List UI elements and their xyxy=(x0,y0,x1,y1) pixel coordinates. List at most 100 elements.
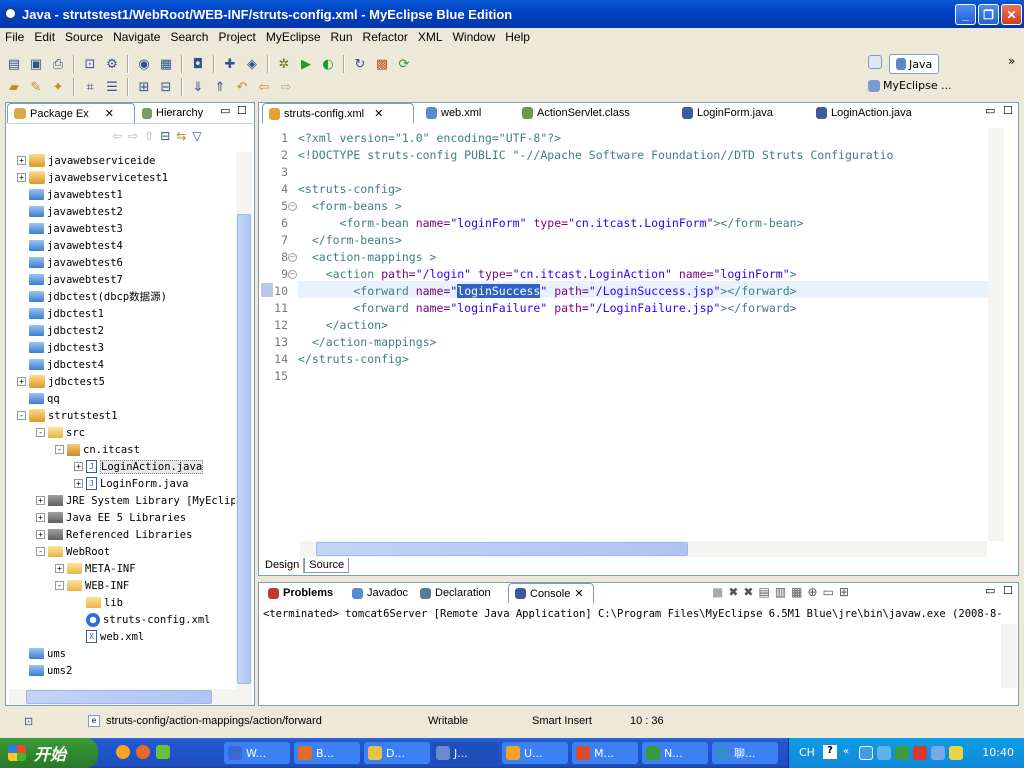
tree-item[interactable]: javawebtest3 xyxy=(17,220,123,237)
sync-icon[interactable]: ⟳ xyxy=(394,54,414,74)
taskbar-task[interactable]: B... xyxy=(294,742,360,764)
prev-annotation-icon[interactable]: ⇑ xyxy=(210,77,230,97)
tab-problems[interactable]: Problems xyxy=(262,583,344,603)
minimize-button[interactable]: _ xyxy=(955,4,976,25)
link-editor-icon[interactable]: ⇆ xyxy=(176,129,186,143)
tree-item[interactable]: jdbctest4 xyxy=(17,356,104,373)
camera-icon[interactable]: ◘ xyxy=(188,54,208,74)
collapse-icon[interactable]: - xyxy=(17,411,26,420)
external-tools-icon[interactable]: ◐ xyxy=(318,54,338,74)
menu-edit[interactable]: Edit xyxy=(29,30,60,44)
fast-view-icon[interactable]: ⊡ xyxy=(24,715,33,728)
outline-icon[interactable]: ⌗ xyxy=(80,77,100,97)
perspective-java[interactable]: Java xyxy=(889,54,940,74)
tree-item[interactable]: ums xyxy=(17,645,66,662)
more-chevron-icon[interactable]: » xyxy=(1008,54,1015,68)
tab-loginaction-java[interactable]: LoginAction.java xyxy=(810,103,950,123)
collapse-icon[interactable]: - xyxy=(55,581,64,590)
close-tab-icon[interactable]: ✕ xyxy=(374,107,383,120)
tree-item[interactable]: qq xyxy=(17,390,60,407)
taskbar-task[interactable]: 聊... xyxy=(712,742,778,764)
wizard-icon[interactable]: ✚ xyxy=(220,54,240,74)
console-vertical-scrollbar[interactable] xyxy=(1001,624,1017,688)
terminate-icon[interactable]: ■ xyxy=(712,585,723,599)
console-output[interactable]: <terminated> tomcat6Server [Remote Java … xyxy=(260,604,1017,688)
pencil-icon[interactable]: ✎ xyxy=(26,77,46,97)
tree-item[interactable]: javawebtest2 xyxy=(17,203,123,220)
tree-item[interactable]: + Referenced Libraries xyxy=(36,526,192,543)
tree-item[interactable]: + javawebservicetest1 xyxy=(17,169,168,186)
tree-item[interactable]: + J LoginAction.java xyxy=(74,458,204,475)
help-icon[interactable]: ? xyxy=(823,745,837,759)
tree-vertical-scrollbar[interactable] xyxy=(236,152,252,689)
tab-web-xml[interactable]: web.xml xyxy=(420,103,510,123)
word-wrap-icon[interactable]: ▦ xyxy=(791,585,802,599)
menu-help[interactable]: Help xyxy=(500,30,535,44)
open-perspective[interactable] xyxy=(868,55,882,69)
menu-run[interactable]: Run xyxy=(326,30,358,44)
tree-item[interactable]: + META-INF xyxy=(55,560,136,577)
close-tab-icon[interactable]: ✕ xyxy=(574,587,583,600)
back-icon[interactable]: ⇦ xyxy=(254,77,274,97)
tree-item[interactable]: + jdbctest5 xyxy=(17,373,105,390)
taskbar-task[interactable]: M... xyxy=(572,742,638,764)
taskbar-task[interactable]: U... xyxy=(502,742,568,764)
tree-item[interactable]: struts-config.xml xyxy=(74,611,210,628)
expand-icon[interactable]: ⊞ xyxy=(134,77,154,97)
tab-hierarchy[interactable]: Hierarchy xyxy=(136,103,209,123)
menu-source[interactable]: Source xyxy=(60,30,108,44)
editor-maximize-icon[interactable]: ☐ xyxy=(1003,104,1013,117)
tab-actionservlet-class[interactable]: ActionServlet.class xyxy=(516,103,671,123)
language-indicator[interactable]: CH xyxy=(799,746,815,759)
tree-item[interactable]: - WebRoot xyxy=(36,543,110,560)
tree-item[interactable]: jdbctest(dbcp数据源) xyxy=(17,288,167,305)
open-type-icon[interactable]: ▦ xyxy=(156,54,176,74)
tree-item[interactable]: - strutstest1 xyxy=(17,407,118,424)
tab-loginform-java[interactable]: LoginForm.java xyxy=(676,103,804,123)
expand-icon[interactable]: + xyxy=(36,513,45,522)
tree-item[interactable]: + JRE System Library [MyEclips xyxy=(36,492,235,509)
tab-javadoc[interactable]: Javadoc xyxy=(346,583,412,603)
maximize-view-icon[interactable]: ☐ xyxy=(237,104,247,117)
server-icon[interactable]: ⚙ xyxy=(102,54,122,74)
remove-launch-icon[interactable]: ✖ xyxy=(728,585,738,599)
cube-icon[interactable]: ▩ xyxy=(372,54,392,74)
quick-launch-icon-1[interactable] xyxy=(116,745,130,759)
tree-item[interactable]: javawebtest1 xyxy=(17,186,123,203)
editor-vertical-scrollbar[interactable] xyxy=(988,128,1004,541)
tree-item[interactable]: + Java EE 5 Libraries xyxy=(36,509,186,526)
expand-icon[interactable]: + xyxy=(17,377,26,386)
expand-icon[interactable]: + xyxy=(74,462,83,471)
start-button[interactable]: 开始 xyxy=(0,738,98,768)
expand-icon[interactable]: + xyxy=(17,173,26,182)
display-console-icon[interactable]: ▭ xyxy=(823,585,834,599)
open-console-icon[interactable]: ⊞ xyxy=(839,585,849,599)
tree-scroll-thumb[interactable] xyxy=(237,214,251,684)
tray-icon-1[interactable] xyxy=(859,746,873,760)
task-icon[interactable]: ☰ xyxy=(102,77,122,97)
expand-icon[interactable]: + xyxy=(36,530,45,539)
pin-console-icon[interactable]: ⊕ xyxy=(808,585,818,599)
forward-nav-icon[interactable]: ⇨ xyxy=(128,129,138,143)
tab-source[interactable]: Source xyxy=(304,558,350,573)
tray-icon-5[interactable] xyxy=(931,746,945,760)
firefox-icon[interactable] xyxy=(136,745,150,759)
perspective-myeclipse[interactable]: MyEclipse ... xyxy=(868,79,952,92)
print-icon[interactable]: ⎙ xyxy=(48,54,68,74)
editor-horizontal-scrollbar[interactable] xyxy=(300,541,987,557)
menu-xml[interactable]: XML xyxy=(413,30,448,44)
tab-console[interactable]: Console ✕ xyxy=(508,583,594,603)
close-tab-icon[interactable]: ✕ xyxy=(105,107,114,120)
menu-navigate[interactable]: Navigate xyxy=(108,30,165,44)
tree-item[interactable]: + J LoginForm.java xyxy=(74,475,189,492)
tree-item[interactable]: Xweb.xml xyxy=(74,628,144,645)
messenger-icon[interactable] xyxy=(156,745,170,759)
save-icon[interactable]: ▣ xyxy=(26,54,46,74)
tree-item[interactable]: jdbctest3 xyxy=(17,339,104,356)
expand-icon[interactable]: + xyxy=(36,496,45,505)
tree-item[interactable]: + javawebserviceide xyxy=(17,152,155,169)
console-minimize-icon[interactable]: ▭ xyxy=(985,584,995,597)
console-maximize-icon[interactable]: ☐ xyxy=(1003,584,1013,597)
fold-icon[interactable]: − xyxy=(288,253,297,262)
tree-item[interactable]: jdbctest1 xyxy=(17,305,104,322)
